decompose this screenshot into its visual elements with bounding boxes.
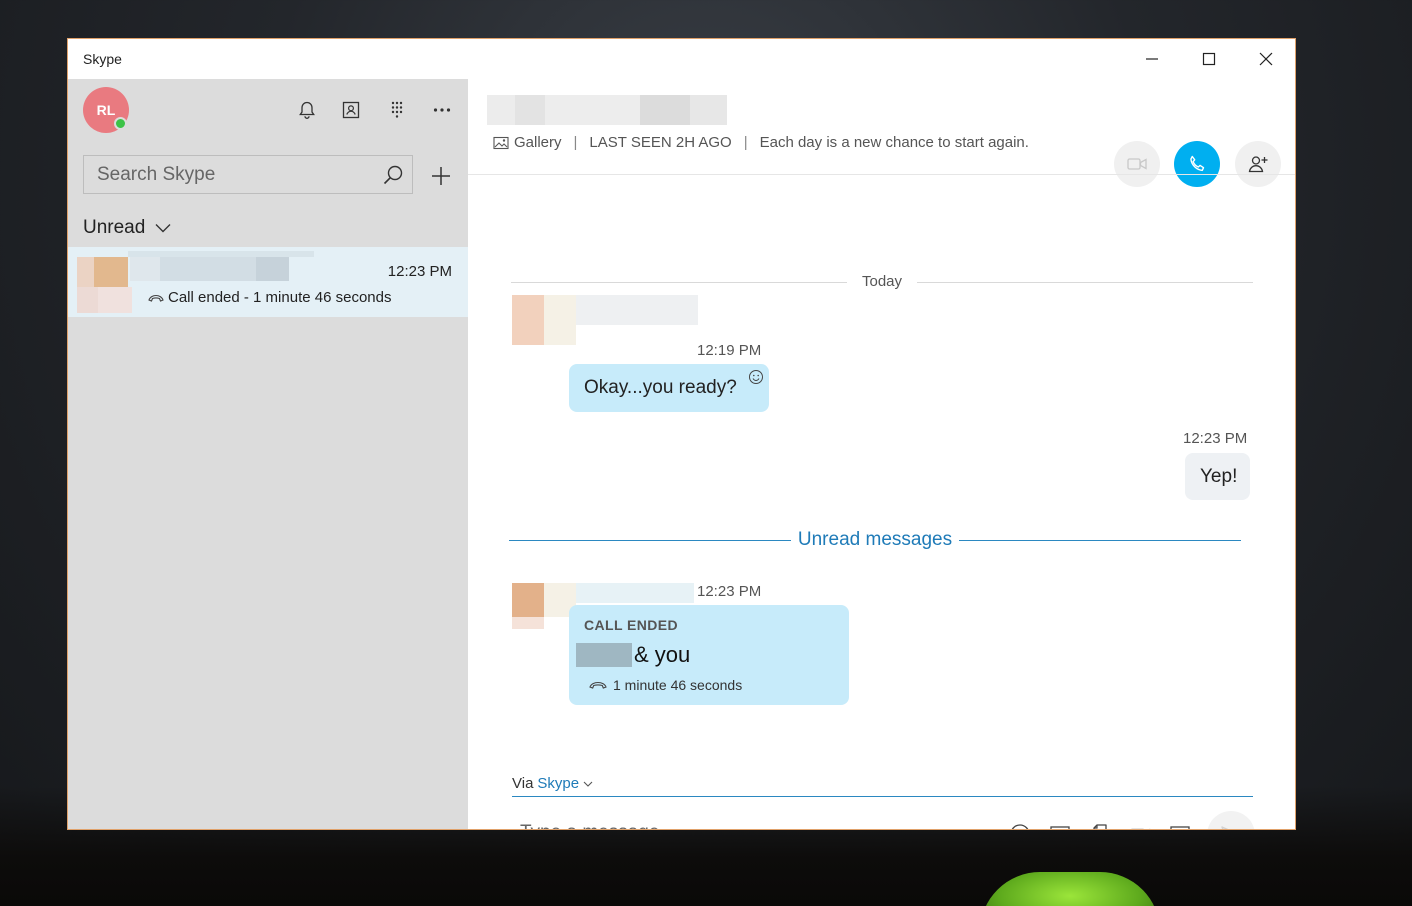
last-seen-status: LAST SEEN 2H AGO <box>589 134 732 151</box>
video-camera-icon <box>1127 158 1147 170</box>
call-ended-card[interactable]: CALL ENDED & you 1 minute 46 seconds <box>569 605 849 705</box>
divider-line <box>917 282 1253 283</box>
notifications-bell-icon[interactable] <box>295 98 319 122</box>
emoji-icon[interactable] <box>1008 822 1032 829</box>
new-chat-plus-icon[interactable] <box>430 165 452 187</box>
search-icon[interactable] <box>382 164 404 186</box>
audio-call-button[interactable] <box>1174 141 1220 187</box>
divider-line <box>959 540 1241 541</box>
maximize-button[interactable] <box>1180 39 1237 79</box>
video-message-icon[interactable] <box>1128 822 1152 829</box>
outgoing-message-bubble[interactable]: Yep! <box>1185 453 1250 500</box>
chat-time: 12:23 PM <box>387 263 452 280</box>
message-text: Yep! <box>1200 466 1238 487</box>
message-time: 12:19 PM <box>697 342 762 359</box>
video-call-button[interactable] <box>1114 141 1160 187</box>
add-person-icon <box>1248 156 1268 173</box>
filter-label: Unread <box>83 217 146 238</box>
contact-meta: Gallery | LAST SEEN 2H AGO | Each day is… <box>493 134 1029 151</box>
emoji-reaction-icon[interactable] <box>748 369 764 385</box>
sidebar: RL Unread <box>68 79 468 829</box>
message-text: Okay...you ready? <box>584 377 737 398</box>
call-duration: 1 minute 46 seconds <box>589 677 742 693</box>
gallery-label: Gallery <box>514 134 562 151</box>
phone-hangup-icon <box>589 681 607 689</box>
call-participants: & you <box>576 642 690 668</box>
gallery-link[interactable]: Gallery <box>493 134 562 151</box>
message-time: 12:23 PM <box>1183 430 1248 447</box>
meta-divider: | <box>743 134 748 151</box>
chevron-down-icon <box>155 224 171 233</box>
dialpad-icon[interactable] <box>385 98 409 122</box>
contacts-icon[interactable] <box>339 98 363 122</box>
date-separator: Today <box>511 273 1253 293</box>
chat-list-item[interactable]: 12:23 PM Call ended - 1 minute 46 second… <box>68 247 468 317</box>
meta-divider: | <box>573 134 578 151</box>
image-icon[interactable] <box>1048 822 1072 829</box>
participant-name-redacted <box>576 643 632 667</box>
conversation-panel: Gallery | LAST SEEN 2H AGO | Each day is… <box>468 79 1295 829</box>
presence-online-indicator <box>114 117 127 130</box>
via-service: Skype <box>537 775 580 792</box>
window-title: Skype <box>83 51 122 67</box>
via-skype-selector[interactable]: Via Skype <box>512 775 593 792</box>
skype-window: Skype RL Search Skype Unread 12:23 PM Ca… <box>67 38 1296 830</box>
more-options-icon[interactable] <box>430 98 454 122</box>
participants-text: & you <box>634 642 691 667</box>
mood-message: Each day is a new chance to start again. <box>759 134 1029 151</box>
chat-preview: Call ended - 1 minute 46 seconds <box>148 289 391 306</box>
call-ended-label: CALL ENDED <box>584 617 678 633</box>
chat-filter-dropdown[interactable]: Unread <box>83 217 171 239</box>
incoming-message-bubble[interactable]: Okay...you ready? <box>569 364 769 412</box>
file-icon[interactable] <box>1088 822 1112 829</box>
composer-underline <box>512 796 1253 797</box>
message-time: 12:23 PM <box>697 583 762 600</box>
send-icon <box>1221 826 1229 829</box>
profile-initials: RL <box>96 102 116 118</box>
chevron-down-icon <box>583 781 593 787</box>
call-duration-text: 1 minute 46 seconds <box>613 677 743 693</box>
minimize-button[interactable] <box>1123 39 1180 79</box>
search-box <box>83 155 413 194</box>
add-people-button[interactable] <box>1235 141 1281 187</box>
header-divider <box>468 174 1295 175</box>
contact-card-icon[interactable] <box>1168 822 1192 829</box>
message-input[interactable] <box>512 815 972 829</box>
via-label: Via <box>512 775 534 792</box>
phone-hangup-icon <box>148 294 164 302</box>
gallery-icon <box>493 136 509 149</box>
titlebar: Skype <box>68 39 1295 79</box>
send-button[interactable] <box>1207 811 1255 829</box>
search-input[interactable] <box>84 156 374 193</box>
close-button[interactable] <box>1237 39 1294 79</box>
phone-icon <box>1190 155 1205 172</box>
chat-preview-text: Call ended - 1 minute 46 seconds <box>168 289 392 306</box>
unread-separator: Unread messages <box>509 529 1241 553</box>
